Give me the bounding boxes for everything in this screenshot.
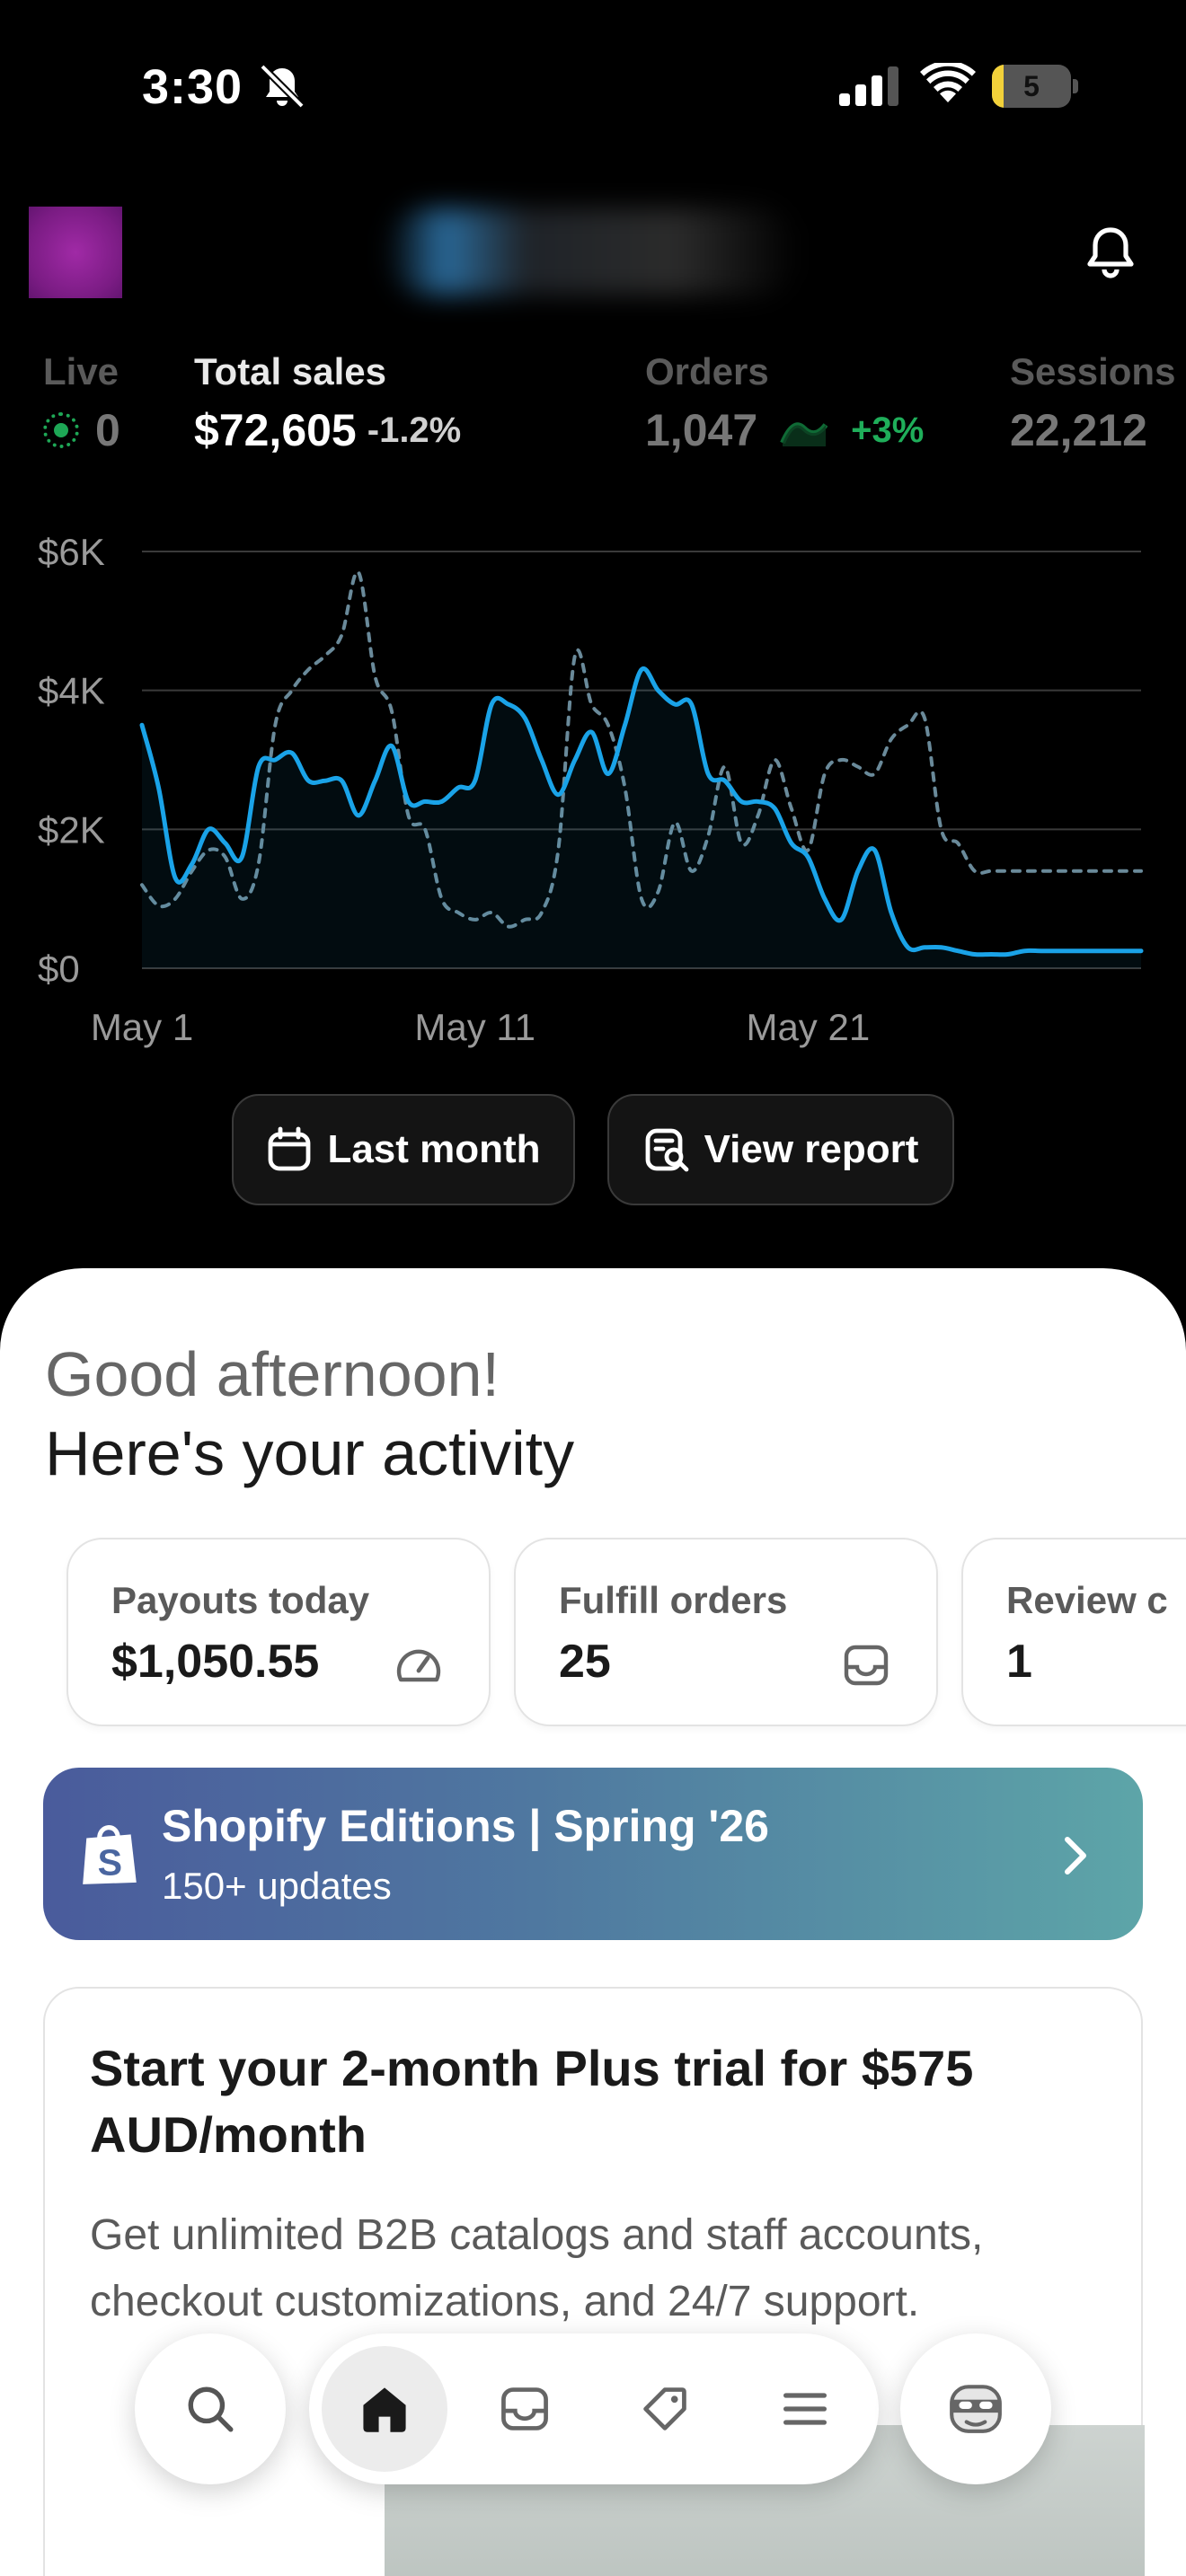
nav-profile-button[interactable]: [900, 2333, 1051, 2484]
nav-home[interactable]: [322, 2346, 447, 2472]
metric-value: 22,212: [1010, 405, 1147, 455]
plus-trial-card[interactable]: Start your 2-month Plus trial for $575 A…: [43, 1987, 1145, 2576]
y-tick-label: $6K: [38, 531, 105, 573]
activity-cards: Payouts today $1,050.55 Fulfill orders 2…: [0, 1538, 1186, 1732]
card-value: $1,050.55: [111, 1636, 320, 1688]
metric-value: 1,047: [645, 405, 758, 455]
card-value: 1: [1006, 1636, 1032, 1688]
metric-live[interactable]: Live 0: [43, 350, 120, 456]
card-label: Review c: [1006, 1579, 1168, 1621]
last-month-button[interactable]: Last month: [232, 1094, 575, 1205]
speedometer-icon: [396, 1649, 441, 1682]
profile-icon: [950, 2385, 1002, 2433]
metric-total-sales[interactable]: Total sales $72,605 -1.2%: [194, 350, 461, 456]
x-tick-label: May 11: [414, 1006, 535, 1048]
nav-menu[interactable]: [742, 2346, 868, 2472]
metrics-row[interactable]: Live 0 Total sales $72,605 -1.2% Orders …: [0, 350, 1186, 476]
metric-label: Sessions: [1010, 350, 1176, 393]
metric-orders[interactable]: Orders 1,047 +3%: [645, 350, 924, 456]
wifi-icon: [920, 63, 976, 102]
y-tick-label: $4K: [38, 670, 105, 712]
calendar-icon: [269, 1126, 311, 1171]
metric-value: $72,605: [194, 405, 357, 455]
metric-change: -1.2%: [367, 410, 462, 450]
sales-chart-svg: $6K $4K $2K $0 May 1 May 11 May 21: [38, 531, 1144, 1048]
metric-sessions[interactable]: Sessions 22,212: [1010, 350, 1175, 456]
metric-value: 0: [95, 405, 120, 455]
last-month-label: Last month: [327, 1127, 541, 1171]
battery-level: 5: [1023, 70, 1040, 102]
cellular-signal-icon: [839, 66, 898, 106]
store-avatar[interactable]: [29, 207, 122, 298]
x-tick-label: May 1: [91, 1006, 193, 1048]
nav-products[interactable]: [602, 2346, 728, 2472]
series-area: [142, 668, 1141, 968]
metric-change: +3%: [851, 410, 925, 450]
metric-label: Live: [43, 350, 119, 393]
metric-label: Total sales: [194, 350, 386, 393]
review-card[interactable]: Review c 1: [961, 1538, 1186, 1726]
greeting-text: Good afternoon!: [45, 1339, 500, 1409]
card-label: Fulfill orders: [559, 1579, 788, 1621]
bell-icon[interactable]: [1084, 225, 1137, 282]
bottom-nav-bar: [309, 2333, 879, 2484]
view-report-label: View report: [704, 1127, 919, 1171]
status-time: 3:30: [142, 60, 243, 114]
plus-trial-title: Start your 2-month Plus trial for $575 A…: [90, 2040, 974, 2163]
activity-heading: Here's your activity: [45, 1418, 575, 1488]
nav-search-button[interactable]: [135, 2333, 286, 2484]
sales-chart[interactable]: $6K $4K $2K $0 May 1 May 11 May 21: [0, 512, 1186, 1051]
battery-icon: 5: [992, 65, 1078, 108]
menu-icon: [783, 2393, 827, 2425]
y-tick-label: $0: [38, 948, 80, 990]
search-icon: [188, 2386, 234, 2432]
metric-label: Orders: [645, 350, 769, 393]
nav-orders[interactable]: [462, 2346, 588, 2472]
inbox-icon: [501, 2387, 548, 2430]
live-dot-icon: [43, 412, 79, 448]
report-search-icon: [645, 1128, 688, 1172]
store-name-redacted[interactable]: [386, 208, 800, 295]
fulfill-orders-card[interactable]: Fulfill orders 25: [514, 1538, 938, 1726]
shopping-bag-icon: S: [83, 1825, 137, 1884]
shopify-editions-banner[interactable]: S Shopify Editions | Spring '26 150+ upd…: [43, 1768, 1143, 1940]
status-bar: 3:30 5: [0, 0, 1186, 171]
bell-off-icon: [260, 64, 305, 109]
editions-subtitle: 150+ updates: [162, 1865, 392, 1907]
editions-title: Shopify Editions | Spring '26: [162, 1801, 769, 1851]
payouts-card[interactable]: Payouts today $1,050.55: [66, 1538, 491, 1726]
y-tick-label: $2K: [38, 808, 105, 851]
x-tick-label: May 21: [746, 1006, 870, 1048]
chevron-right-icon: [1065, 1837, 1086, 1875]
card-value: 25: [559, 1636, 611, 1688]
inbox-icon: [844, 1645, 889, 1686]
card-label: Payouts today: [111, 1579, 370, 1621]
plus-trial-body: Get unlimited B2B catalogs and staff acc…: [90, 2211, 984, 2325]
svg-text:S: S: [98, 1842, 122, 1883]
trend-up-icon: [780, 422, 828, 446]
view-report-button[interactable]: View report: [607, 1094, 954, 1205]
home-icon: [363, 2387, 406, 2432]
tag-icon: [643, 2387, 686, 2430]
